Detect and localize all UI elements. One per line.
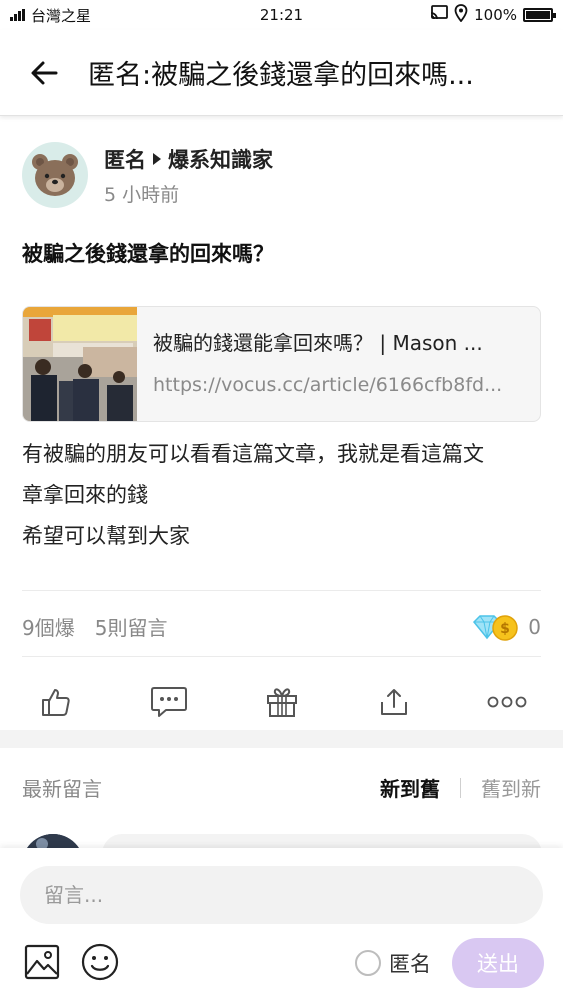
sort-oldest-button[interactable]: 舊到新: [481, 773, 541, 802]
back-button[interactable]: [0, 30, 88, 116]
comment-sort: 新到舊 舊到新: [380, 773, 541, 802]
back-arrow-icon: [31, 61, 58, 84]
image-icon: [24, 944, 60, 980]
like-button[interactable]: [36, 682, 76, 722]
avatar[interactable]: [22, 142, 88, 208]
battery-percent: 100%: [474, 6, 517, 24]
signal-icon: [10, 9, 25, 21]
author-name: 匿名: [104, 147, 146, 172]
caret-right-icon: [153, 152, 161, 165]
more-dots-icon: [487, 696, 527, 708]
post-author[interactable]: 匿名 爆系知識家 5 小時前: [22, 142, 273, 208]
smiley-icon: [81, 943, 119, 981]
link-preview-card[interactable]: 被騙的錢還能拿回來嗎？ | Mason ... https://vocus.cc…: [22, 306, 541, 422]
post-body-line: 希望可以幫到大家: [22, 524, 190, 548]
post-body: 有被騙的朋友可以看看這篇文章，我就是看這篇文 章拿回來的錢 希望可以幫到大家: [22, 434, 547, 557]
image-button[interactable]: [22, 942, 62, 982]
post-actions: [0, 672, 563, 732]
location-icon: [454, 4, 468, 26]
comment-input[interactable]: [20, 866, 543, 924]
anonymous-toggle[interactable]: 匿名: [355, 948, 431, 978]
link-url: https://vocus.cc/article/6166cfb8fd...: [153, 374, 503, 396]
cast-icon: [430, 5, 449, 25]
coin-count: 0: [528, 614, 541, 639]
comments-label: 最新留言: [22, 777, 102, 801]
send-button[interactable]: 送出: [452, 938, 544, 988]
anonymous-radio[interactable]: [355, 950, 381, 976]
diamond-coin-icon: $: [473, 614, 519, 641]
like-count[interactable]: 9個爆: [22, 612, 75, 641]
divider: [22, 656, 541, 657]
emoji-button[interactable]: [80, 942, 120, 982]
section-gap: [0, 730, 563, 748]
comments-header: 最新留言 新到舊 舊到新: [22, 773, 541, 802]
sort-newest-button[interactable]: 新到舊: [380, 773, 440, 802]
app-bar: 匿名:被騙之後錢還拿的回來嗎...: [0, 30, 563, 116]
carrier-name: 台灣之星: [31, 6, 92, 25]
coin-stats[interactable]: $ 0: [472, 613, 541, 641]
post-time: 5 小時前: [104, 183, 180, 206]
anonymous-label: 匿名: [389, 952, 431, 976]
comment-button[interactable]: [149, 682, 189, 722]
more-button[interactable]: [487, 682, 527, 722]
divider: [22, 590, 541, 591]
bear-icon: [32, 154, 78, 196]
sort-separator: [460, 777, 461, 798]
gift-button[interactable]: [262, 682, 302, 722]
status-bar: 台灣之星 21:21 100%: [0, 0, 563, 30]
board-name[interactable]: 爆系知識家: [168, 144, 273, 174]
comment-composer: 匿名 送出: [0, 848, 563, 1000]
battery-icon: [523, 8, 556, 22]
post-body-line: 有被騙的朋友可以看看這篇文章，我就是看這篇文: [22, 442, 484, 466]
gift-icon: [266, 688, 297, 717]
chat-bubble-icon: [150, 687, 187, 717]
comment-count[interactable]: 5則留言: [95, 612, 168, 641]
svg-text:$: $: [500, 621, 510, 637]
share-button[interactable]: [374, 682, 414, 722]
post-stats: 9個爆 5則留言 $ 0: [22, 612, 541, 641]
page-title: 匿名:被騙之後錢還拿的回來嗎...: [88, 60, 474, 91]
link-thumbnail: [23, 307, 137, 421]
post-body-line: 章拿回來的錢: [22, 483, 148, 507]
share-icon: [381, 689, 408, 715]
thumbs-up-icon: [42, 689, 70, 716]
link-title: 被騙的錢還能拿回來嗎？ | Mason ...: [153, 331, 483, 355]
post-title: 被騙之後錢還拿的回來嗎？: [22, 242, 274, 266]
